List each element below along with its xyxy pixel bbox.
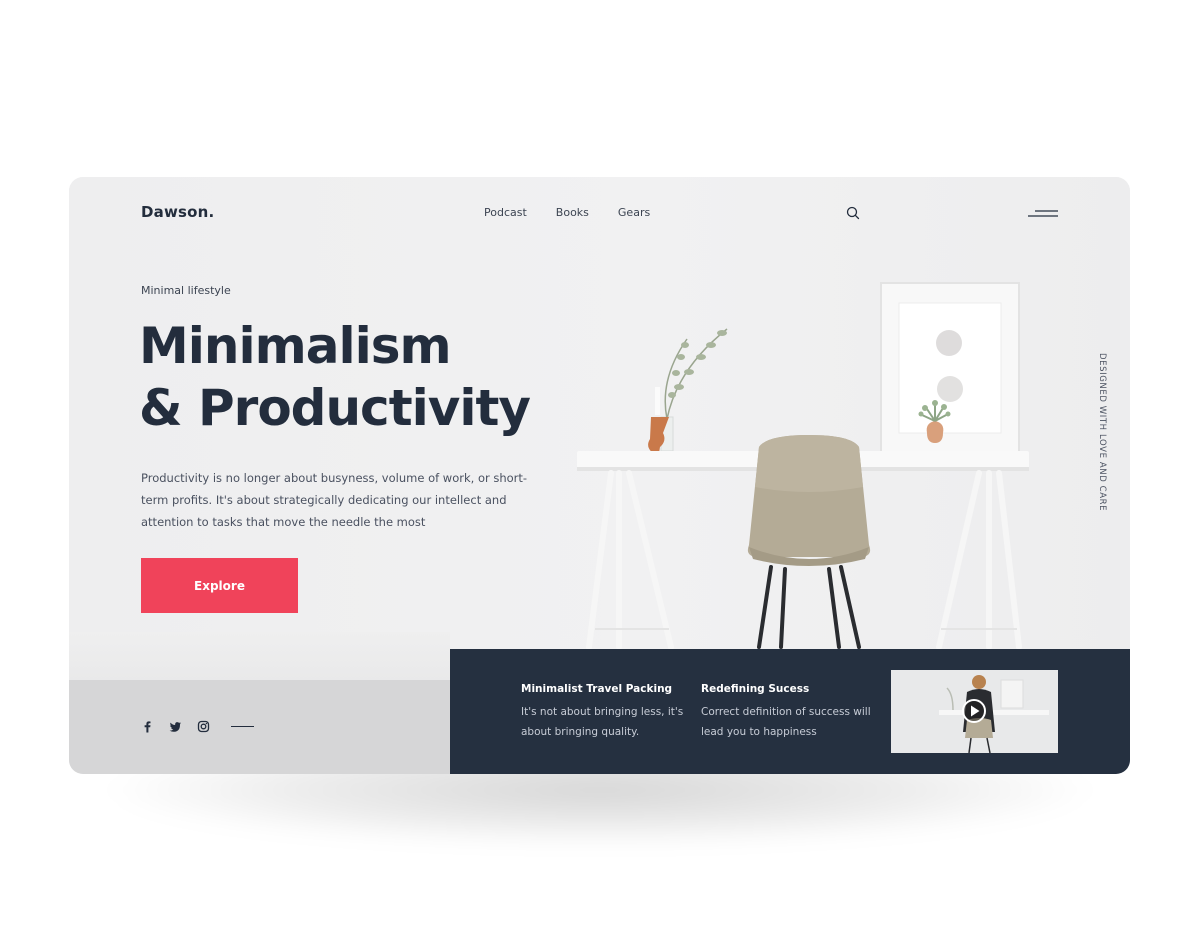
hero-title-line1: Minimalism — [139, 317, 452, 375]
side-tagline: DESIGNED WITH LOVE AND CARE — [1097, 353, 1107, 512]
article-excerpt: Correct definition of success will lead … — [701, 706, 871, 738]
hero-title-line2: & Productivity — [139, 379, 531, 437]
nav-item-books[interactable]: Books — [556, 206, 589, 219]
hero-eyebrow: Minimal lifestyle — [141, 284, 231, 297]
floor-strip — [69, 632, 450, 680]
hero-description: Productivity is no longer about busyness… — [141, 471, 528, 529]
article-card[interactable]: Redefining Sucess Correct definition of … — [701, 683, 871, 742]
explore-button[interactable]: Explore — [141, 558, 298, 613]
nav-item-gears[interactable]: Gears — [618, 206, 650, 219]
twitter-icon[interactable] — [169, 720, 182, 733]
social-divider — [231, 725, 254, 728]
hamburger-menu-icon[interactable] — [1027, 209, 1059, 219]
footer-bar — [69, 680, 450, 774]
search-icon[interactable] — [846, 206, 860, 220]
nav-item-podcast[interactable]: Podcast — [484, 206, 527, 219]
article-title: Minimalist Travel Packing — [521, 683, 673, 695]
featured-panel: Minimalist Travel Packing It's not about… — [450, 649, 1130, 774]
article-excerpt: It's not about bringing less, it's about… — [521, 706, 684, 738]
social-links — [141, 720, 254, 733]
main-nav: Podcast Books Gears — [484, 206, 650, 219]
article-title: Redefining Sucess — [701, 683, 810, 695]
play-icon[interactable] — [961, 698, 987, 724]
facebook-icon[interactable] — [141, 720, 154, 733]
article-card[interactable]: Minimalist Travel Packing It's not about… — [521, 683, 691, 742]
instagram-icon[interactable] — [197, 720, 210, 733]
desk-chair-illustration — [577, 282, 1029, 650]
brand-logo[interactable]: Dawson. — [141, 203, 214, 221]
hero-card: Dawson. Podcast Books Gears Minimal life… — [69, 177, 1130, 774]
video-thumbnail[interactable] — [891, 670, 1058, 753]
hero-title: Minimalism & Productivity — [139, 315, 531, 439]
